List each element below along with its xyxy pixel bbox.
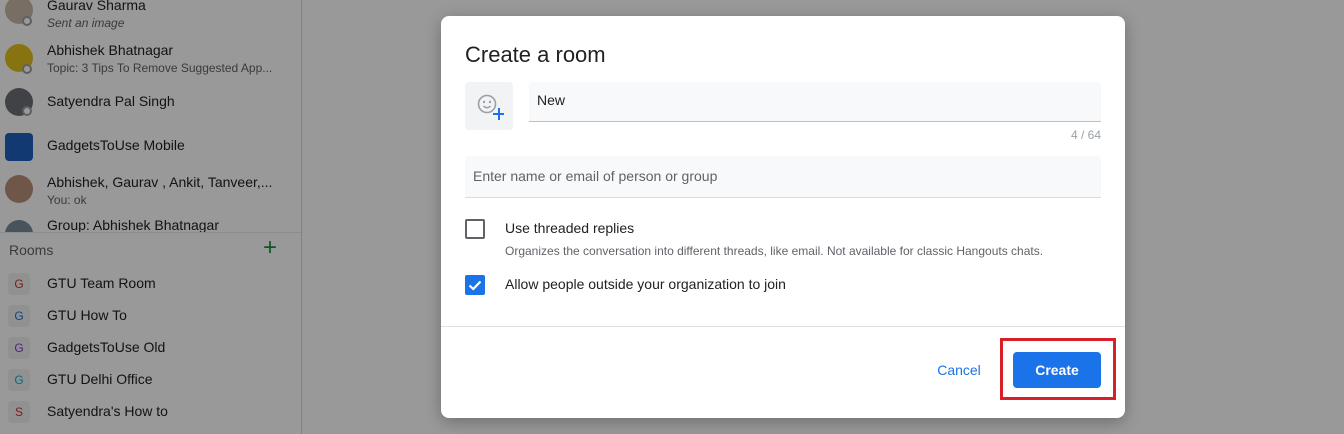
allow-external-checkbox[interactable] (465, 275, 485, 295)
room-emoji-button[interactable] (465, 82, 513, 130)
highlight-box (1000, 338, 1116, 400)
threaded-replies-description: Organizes the conversation into differen… (505, 244, 1044, 258)
people-input[interactable] (473, 168, 1083, 184)
character-counter: 4 / 64 (1070, 128, 1101, 142)
room-name-field[interactable] (529, 82, 1101, 122)
create-room-dialog: Create a room 4 / 64 Use threaded replie… (441, 16, 1125, 418)
checkmark-icon (468, 280, 482, 291)
threaded-replies-label[interactable]: Use threaded replies (505, 220, 634, 236)
cancel-button[interactable]: Cancel (925, 352, 993, 388)
dialog-title: Create a room (465, 42, 606, 67)
allow-external-label[interactable]: Allow people outside your organization t… (505, 276, 786, 292)
people-field[interactable] (465, 156, 1101, 198)
add-emoji-icon (477, 94, 504, 120)
threaded-replies-checkbox[interactable] (465, 219, 485, 239)
dialog-divider (441, 326, 1125, 327)
room-name-input[interactable] (537, 92, 1087, 108)
